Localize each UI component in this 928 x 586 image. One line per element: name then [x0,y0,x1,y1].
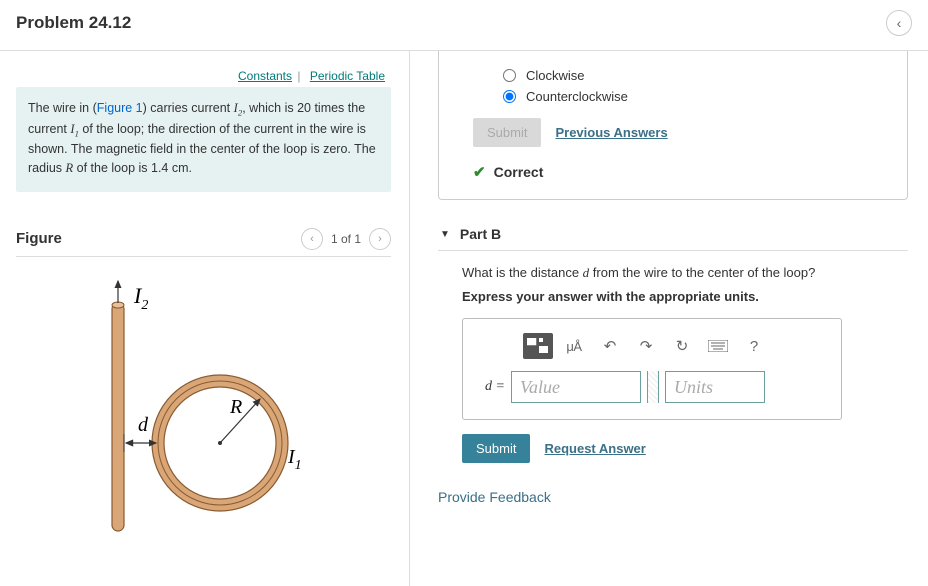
r-label: R [229,396,242,418]
content-area: Constants | Periodic Table The wire in (… [0,51,928,586]
left-column: Constants | Periodic Table The wire in (… [0,51,410,586]
figure-pager: ‹ 1 of 1 › [301,228,391,250]
periodic-table-link[interactable]: Periodic Table [310,69,385,83]
check-icon: ✔ [473,163,486,181]
figure-prev-button[interactable]: ‹ [301,228,323,250]
part-b-question: What is the distance d from the wire to … [462,265,908,281]
figure-pager-label: 1 of 1 [331,232,361,246]
figure-header: Figure ‹ 1 of 1 › [16,228,391,257]
input-separator [647,371,659,403]
i1-label: I1 [287,446,302,473]
prev-problem-button[interactable]: ‹ [886,10,912,36]
radio-clockwise[interactable] [503,69,516,82]
keyboard-icon[interactable] [703,333,733,359]
equation-row: d = Value Units [485,371,825,403]
answer-input-box: μÅ ↶ ↷ ↻ ? d = Value Units [462,318,842,420]
value-input[interactable]: Value [511,371,641,403]
right-column: Clockwise Counterclockwise Submit Previo… [410,51,928,586]
part-a-panel: Clockwise Counterclockwise Submit Previo… [438,51,908,200]
template-tool-icon[interactable] [523,333,553,359]
problem-statement: The wire in (Figure 1) carries current I… [16,87,391,192]
previous-answers-link[interactable]: Previous Answers [555,125,667,140]
option-clockwise[interactable]: Clockwise [503,68,887,83]
radio-counterclockwise[interactable] [503,90,516,103]
units-input[interactable]: Units [665,371,765,403]
request-answer-link[interactable]: Request Answer [544,441,645,456]
i2-label: I2 [133,283,148,313]
constants-link[interactable]: Constants [238,69,292,83]
figure-heading: Figure [16,230,62,247]
part-b-submit-button[interactable]: Submit [462,434,530,463]
equation-label: d = [485,379,505,395]
part-a-submit-button: Submit [473,118,541,147]
part-a-submit-row: Submit Previous Answers [473,118,887,147]
part-b-submit-row: Submit Request Answer [462,434,908,463]
redo-icon[interactable]: ↷ [631,333,661,359]
part-b-header: ▼ Part B [438,218,908,251]
option-counterclockwise[interactable]: Counterclockwise [503,89,887,104]
undo-icon[interactable]: ↶ [595,333,625,359]
help-icon[interactable]: ? [739,333,769,359]
d-label: d [138,414,149,436]
collapse-icon[interactable]: ▼ [440,229,450,240]
figure-next-button[interactable]: › [369,228,391,250]
page-title: Problem 24.12 [16,13,131,33]
page-header: Problem 24.12 ‹ [0,0,928,51]
link-separator: | [297,69,300,83]
provide-feedback-link[interactable]: Provide Feedback [438,489,908,505]
part-b-instruction: Express your answer with the appropriate… [462,289,908,304]
figure-1-link[interactable]: Figure 1 [97,101,143,115]
reset-icon[interactable]: ↻ [667,333,697,359]
reference-links: Constants | Periodic Table [16,69,391,83]
correct-indicator: ✔ Correct [473,163,887,181]
figure-diagram: I2 d R I1 [56,275,336,545]
answer-toolbar: μÅ ↶ ↷ ↻ ? [523,333,825,359]
part-b-title: Part B [460,226,501,242]
units-tool-icon[interactable]: μÅ [559,333,589,359]
